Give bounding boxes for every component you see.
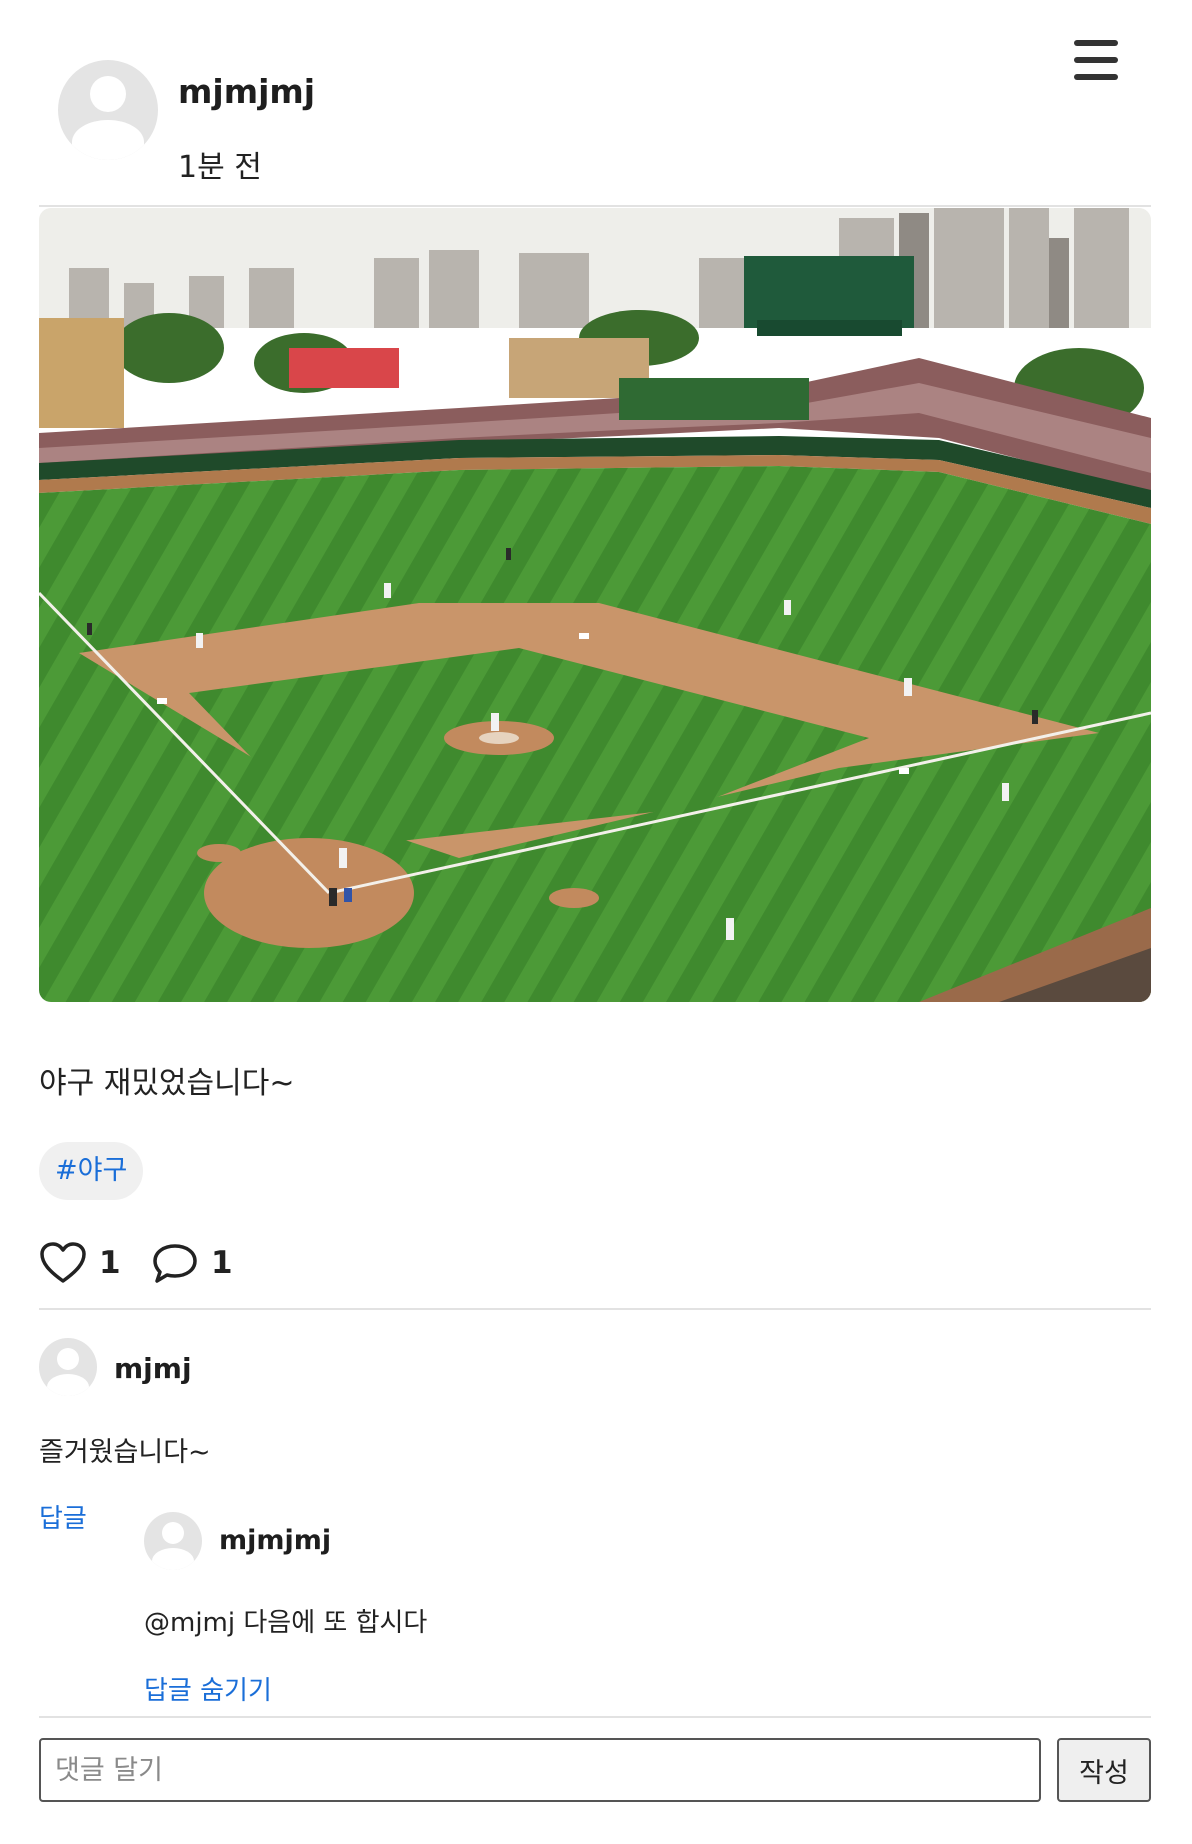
comment-text: 즐거웠습니다~ bbox=[39, 1437, 211, 1468]
reply-text: @mjmj 다음에 또 합시다 bbox=[144, 1608, 428, 1638]
avatar-body-shape bbox=[47, 1374, 89, 1396]
hashtag-chip[interactable]: #야구 bbox=[39, 1142, 144, 1200]
composer-divider bbox=[39, 1716, 1151, 1718]
comment-count: 1 bbox=[211, 1245, 233, 1281]
reply-author-avatar[interactable] bbox=[144, 1512, 202, 1570]
comment-button[interactable]: 1 bbox=[151, 1238, 233, 1288]
comment-input[interactable] bbox=[39, 1738, 1041, 1802]
header-divider bbox=[39, 205, 1151, 207]
author-avatar[interactable] bbox=[58, 60, 158, 160]
like-button[interactable]: 1 bbox=[39, 1238, 121, 1288]
menu-icon-bar bbox=[1074, 40, 1118, 46]
post-image[interactable] bbox=[39, 208, 1151, 1002]
avatar-body-shape bbox=[152, 1548, 194, 1570]
author-name[interactable]: mjmjmj bbox=[178, 72, 315, 111]
menu-icon-bar bbox=[1074, 57, 1118, 63]
submit-comment-button[interactable]: 작성 bbox=[1057, 1738, 1151, 1802]
baseball-stadium-illustration bbox=[39, 208, 1151, 1002]
avatar-body-shape bbox=[72, 120, 144, 160]
hide-replies-link[interactable]: 답글 숨기기 bbox=[144, 1670, 272, 1707]
avatar-head-shape bbox=[57, 1348, 79, 1370]
post-caption: 야구 재밌었습니다~ bbox=[39, 1066, 295, 1101]
speech-bubble-icon bbox=[153, 1244, 197, 1283]
comment-author-name[interactable]: mjmj bbox=[114, 1352, 192, 1385]
reply-author-name[interactable]: mjmjmj bbox=[219, 1525, 331, 1556]
menu-icon[interactable] bbox=[1074, 40, 1118, 80]
heart-icon bbox=[40, 1242, 86, 1283]
post-timestamp: 1분 전 bbox=[178, 150, 262, 185]
like-count: 1 bbox=[99, 1245, 121, 1281]
reply-link[interactable]: 답글 bbox=[39, 1498, 87, 1535]
avatar-head-shape bbox=[162, 1522, 184, 1544]
menu-icon-bar bbox=[1074, 74, 1118, 80]
comment-author-avatar[interactable] bbox=[39, 1338, 97, 1396]
actions-divider bbox=[39, 1308, 1151, 1310]
post-header: mjmjmj 1분 전 bbox=[0, 0, 1192, 206]
avatar-head-shape bbox=[90, 76, 126, 112]
